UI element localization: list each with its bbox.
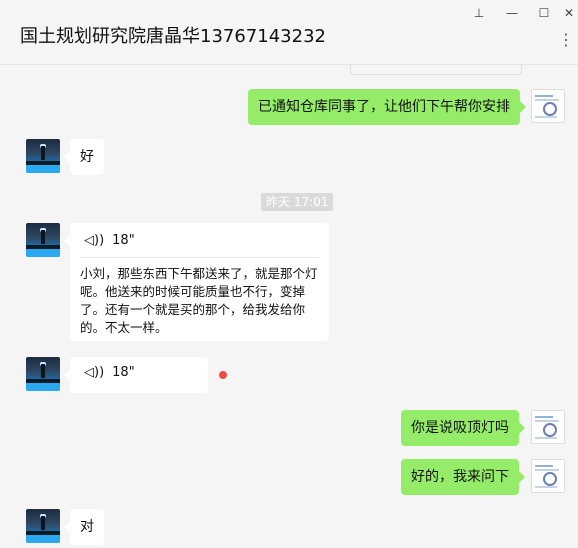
- minimize-icon[interactable]: —: [503, 6, 521, 20]
- contact-avatar[interactable]: [26, 139, 60, 173]
- chat-title: 国土规划研究院唐晶华13767143232: [20, 26, 326, 47]
- unread-dot: [219, 371, 227, 379]
- message-bubble-self[interactable]: 你是说吸顶灯吗: [401, 410, 525, 446]
- contact-avatar[interactable]: [26, 357, 60, 391]
- message-bubble-self[interactable]: 好的，我来问下: [401, 459, 525, 495]
- contact-avatar[interactable]: [26, 509, 60, 543]
- voice-wave-icon: ◁)): [84, 365, 105, 380]
- message-bubble-contact[interactable]: 好: [64, 139, 104, 175]
- self-avatar[interactable]: [531, 410, 565, 444]
- message-list[interactable]: 已通知仓库同事了，让他们下午帮你安排 好 昨天 17:01 ◁)) 18" 小刘，…: [0, 65, 578, 548]
- message-bubble-contact[interactable]: 对: [64, 509, 104, 545]
- previous-message-card: [350, 65, 522, 75]
- more-icon[interactable]: ⋮: [558, 30, 574, 49]
- voice-play-button[interactable]: ◁)) 18": [84, 365, 135, 385]
- voice-transcript: 小刘，那些东西下午都送来了，就是那个灯呢。他送来的时候可能质量也不行，变掉了。还…: [80, 266, 318, 335]
- self-avatar[interactable]: [531, 89, 565, 123]
- voice-wave-icon: ◁)): [84, 233, 105, 248]
- voice-message-with-transcript[interactable]: ◁)) 18" 小刘，那些东西下午都送来了，就是那个灯呢。他送来的时候可能质量也不…: [64, 223, 329, 341]
- close-icon[interactable]: ✕: [560, 6, 578, 20]
- message-bubble-self[interactable]: 已通知仓库同事了，让他们下午帮你安排: [248, 89, 526, 125]
- voice-message[interactable]: ◁)) 18": [64, 357, 208, 393]
- voice-play-button[interactable]: ◁)) 18": [84, 233, 135, 253]
- transcript-divider: [80, 257, 319, 258]
- voice-duration: 18": [112, 233, 135, 248]
- voice-duration: 18": [112, 365, 135, 380]
- time-divider: 昨天 17:01: [261, 193, 334, 211]
- pin-icon[interactable]: ⊥: [470, 6, 488, 20]
- maximize-icon[interactable]: ☐: [535, 6, 553, 20]
- self-avatar[interactable]: [531, 459, 565, 493]
- contact-avatar[interactable]: [26, 223, 60, 257]
- chat-header: 国土规划研究院唐晶华13767143232 ⊥ — ☐ ✕ ⋮: [0, 0, 578, 65]
